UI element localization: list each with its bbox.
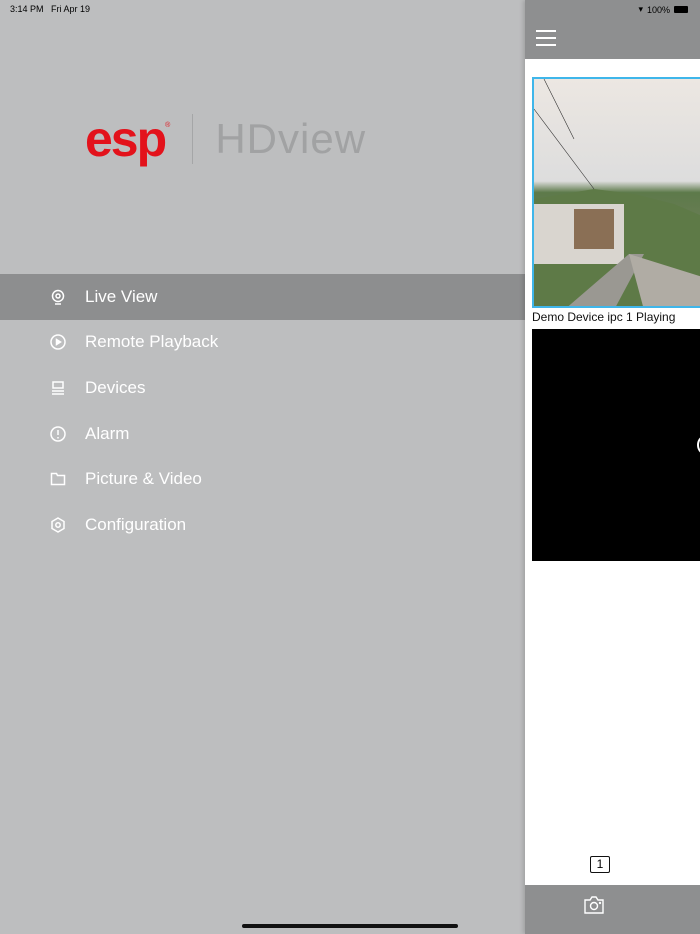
hamburger-menu-icon[interactable] (536, 30, 556, 51)
battery-icon (674, 6, 688, 13)
wifi-icon: ▾ (638, 4, 643, 14)
menu-item-live-view[interactable]: Live View (0, 274, 525, 320)
status-time: 3:14 PM Fri Apr 19 (10, 4, 91, 14)
side-drawer: esp ® HDview Live View Remote Playback De… (0, 0, 525, 934)
camera-view-2-empty[interactable] (532, 329, 700, 561)
menu-item-devices[interactable]: Devices (0, 365, 525, 411)
alert-circle-icon (50, 425, 66, 442)
page-indicator[interactable]: 1 (590, 856, 610, 873)
webcam-icon (50, 289, 66, 305)
menu-item-configuration[interactable]: Configuration (0, 502, 525, 548)
camera-caption: Demo Device ipc 1 Playing (532, 310, 676, 324)
gear-icon (50, 516, 66, 533)
play-circle-icon (50, 334, 66, 351)
snapshot-camera-icon[interactable] (583, 895, 605, 920)
camera-view-1[interactable] (532, 77, 700, 308)
menu-item-remote-playback[interactable]: Remote Playback (0, 320, 525, 366)
nav-menu: Live View Remote Playback Devices Alarm … (0, 274, 525, 548)
menu-item-alarm[interactable]: Alarm (0, 411, 525, 457)
live-view-panel: Demo Device ipc 1 Playing 1 (525, 0, 700, 934)
devices-icon (50, 380, 66, 396)
app-logo: esp ® HDview (85, 111, 367, 167)
battery-percent: 100% (646, 4, 670, 15)
status-bar: 3:14 PM Fri Apr 19 ▾ 100% (0, 0, 700, 18)
folder-icon (50, 471, 66, 487)
camera-feed-image (534, 79, 700, 306)
bottom-toolbar (525, 885, 700, 934)
menu-item-picture-video[interactable]: Picture & Video (0, 456, 525, 502)
home-indicator (242, 924, 458, 928)
